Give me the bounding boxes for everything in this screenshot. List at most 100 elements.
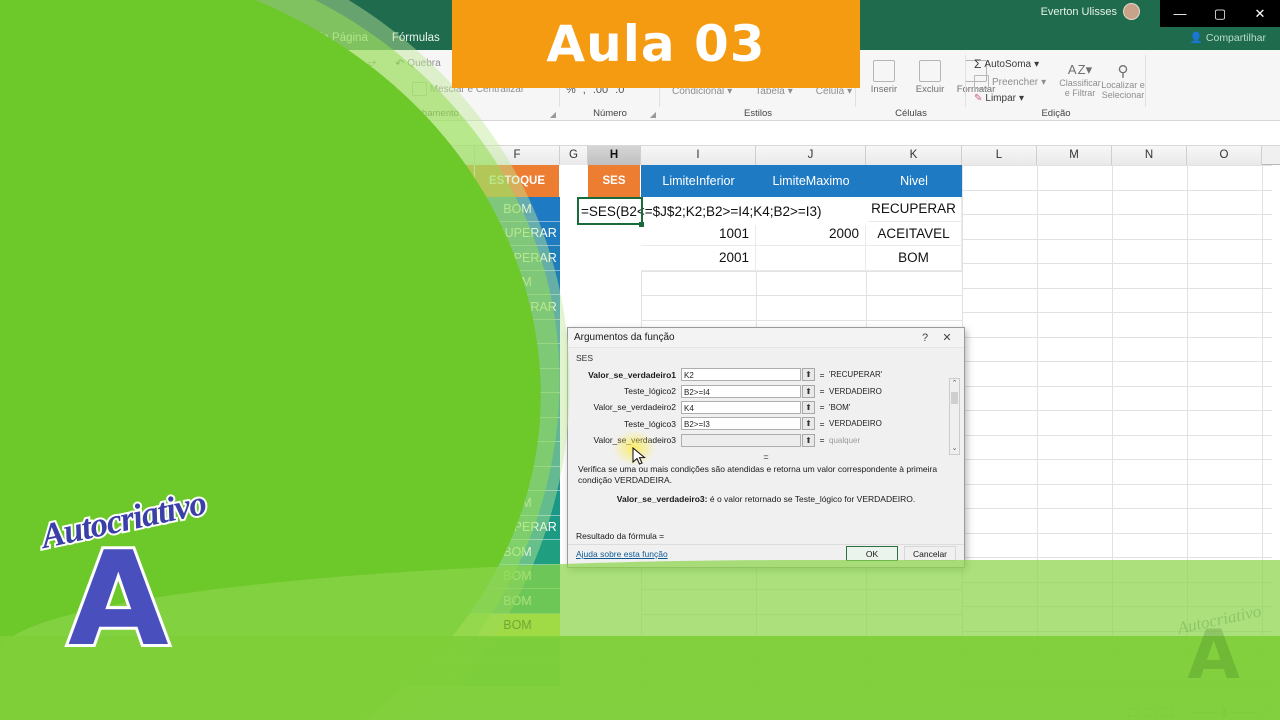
gridline <box>641 295 962 296</box>
gridline <box>962 165 1272 166</box>
close-icon[interactable]: ✕ <box>936 331 958 344</box>
dialog-argument-info: Valor_se_verdadeiro3: é o valor retornad… <box>576 494 956 504</box>
argument-result: 'BOM' <box>829 402 851 412</box>
argument-result: VERDADEIRO <box>829 419 882 429</box>
collapse-dialog-icon[interactable]: ⬆ <box>802 384 815 398</box>
scroll-up-arrow[interactable]: ⌃ <box>950 379 959 389</box>
scrollbar-thumb[interactable] <box>951 392 958 404</box>
column-header-M[interactable]: M <box>1037 146 1112 165</box>
column-header-K[interactable]: K <box>866 146 962 165</box>
gridline <box>962 189 1272 191</box>
argument-input[interactable] <box>681 433 801 447</box>
fill-button[interactable]: Preencher ▾ <box>974 75 1046 89</box>
sort-filter-button[interactable]: A Z▾ Classificar e Filtrar <box>1058 62 1102 98</box>
dialog-argument-info-text: é o valor retornado se Teste_lógico for … <box>709 493 916 504</box>
equals-sign: = <box>819 369 825 380</box>
dialog-title: Argumentos da função <box>574 332 675 343</box>
dialog-description: Verifica se uma ou mais condições são at… <box>578 463 938 486</box>
column-header-I[interactable]: I <box>641 146 756 165</box>
equals-sign: = <box>819 418 825 429</box>
autocriativo-watermark: Autocriativo A <box>1132 601 1263 702</box>
equals-sign: = <box>819 435 825 446</box>
share-label: Compartilhar <box>1205 32 1266 44</box>
insert-cells-button[interactable]: Inserir <box>862 60 906 95</box>
lookup-cell-limite_maximo[interactable] <box>756 246 866 271</box>
column-header-O[interactable]: O <box>1187 146 1262 165</box>
chevron-down-icon: ▾ <box>1041 76 1047 88</box>
find-select-button[interactable]: ⚲ Localizar e Selecionar <box>1100 62 1146 100</box>
chevron-down-icon: ▾ <box>1034 58 1040 70</box>
column-header-H[interactable]: H <box>588 146 641 165</box>
user-account[interactable]: Everton Ulisses <box>1041 3 1140 20</box>
autocriativo-logo: Autocriativo A <box>30 481 260 677</box>
lookup-cell-nivel[interactable]: RECUPERAR <box>866 197 962 222</box>
minimize-button[interactable]: — <box>1160 0 1200 27</box>
delete-icon <box>919 60 941 82</box>
dialog-argument-row: Valor_se_verdadeiro2 K4 ⬆ = 'BOM' <box>576 400 956 415</box>
equals-sign: = <box>819 402 825 413</box>
sigma-icon: Σ <box>974 57 982 71</box>
autosum-button[interactable]: Σ AutoSoma ▾ <box>974 57 1046 71</box>
equals-sign: = <box>819 386 825 397</box>
lookup-cell-nivel[interactable]: ACEITAVEL <box>866 221 962 246</box>
help-icon[interactable]: ? <box>914 332 936 344</box>
collapse-dialog-icon[interactable]: ⬆ <box>802 417 815 431</box>
gridline <box>962 410 1272 411</box>
find-select-label-1: Localizar e <box>1101 80 1145 90</box>
close-button[interactable]: ✕ <box>1240 0 1280 27</box>
lookup-cell-nivel[interactable]: BOM <box>866 246 962 271</box>
gridline <box>962 557 1272 558</box>
dialog-argument-row: Teste_lógico2 B2>=I4 ⬆ = VERDADEIRO <box>576 383 956 398</box>
lookup-cell-limite_inferior[interactable]: 2001 <box>641 246 756 271</box>
argument-input[interactable]: B2>=I3 <box>681 417 801 431</box>
maximize-button[interactable]: ▢ <box>1200 0 1240 27</box>
clear-label: Limpar <box>985 93 1016 104</box>
fill-label: Preencher <box>992 76 1039 88</box>
dialog-argument-row: Valor_se_verdadeiro1 K2 ⬆ = 'RECUPERAR' <box>576 367 956 382</box>
active-cell-formula-text[interactable]: =SES(B2<=$J$2;K2;B2>=I4;K4;B2>=I3) <box>578 197 868 225</box>
argument-input[interactable]: K4 <box>681 400 801 414</box>
ribbon-group-editing: Σ AutoSoma ▾ Preencher ▾ ✎ Limpar ▾ A Z▾… <box>966 50 1146 121</box>
argument-label: Teste_lógico2 <box>624 386 676 397</box>
ok-button[interactable]: OK <box>846 546 898 561</box>
argument-input[interactable]: K2 <box>681 368 801 382</box>
fill-down-icon <box>974 75 989 89</box>
dialog-argument-info-name: Valor_se_verdadeiro3: <box>616 493 708 504</box>
gridline <box>962 532 1272 534</box>
styles-group-label: Estilos <box>744 108 772 119</box>
alignment-dialog-launcher[interactable]: ◢ <box>550 110 556 119</box>
window-controls[interactable]: — ▢ ✕ <box>1160 0 1280 27</box>
editing-group-label: Edição <box>1041 108 1071 119</box>
collapse-dialog-icon[interactable]: ⬆ <box>802 368 815 382</box>
aula-banner-text: Aula 03 <box>546 15 766 73</box>
collapse-dialog-icon[interactable]: ⬆ <box>802 433 815 447</box>
avatar[interactable] <box>1123 3 1140 20</box>
scroll-down-arrow[interactable]: ⌄ <box>950 444 959 454</box>
column-header-J[interactable]: J <box>756 146 866 165</box>
dialog-body: SES Valor_se_verdadeiro1 K2 ⬆ = 'RECUPERAR' T… <box>568 348 964 504</box>
sort-filter-label-1: Classificar <box>1059 78 1101 88</box>
column-header-N[interactable]: N <box>1112 146 1187 165</box>
column-header-L[interactable]: L <box>962 146 1037 165</box>
fill-handle[interactable] <box>639 222 644 227</box>
argument-result: VERDADEIRO <box>829 386 882 396</box>
argument-input[interactable]: B2>=I4 <box>681 384 801 398</box>
number-dialog-launcher[interactable]: ◢ <box>650 110 656 119</box>
lookup-cell-limite_inferior[interactable]: 1001 <box>641 221 756 246</box>
clear-button[interactable]: ✎ Limpar ▾ <box>974 93 1046 104</box>
argument-label: Valor_se_verdadeiro1 <box>588 369 676 380</box>
share-button[interactable]: 👤 Compartilhar <box>1190 31 1266 44</box>
cancel-button[interactable]: Cancelar <box>904 546 956 561</box>
ribbon-group-cells: Inserir Excluir Formatar Células <box>856 50 995 121</box>
insert-icon <box>873 60 895 82</box>
share-icon: 👤 <box>1189 32 1203 44</box>
column-header-G[interactable]: G <box>560 146 588 165</box>
delete-cells-button[interactable]: Excluir <box>908 60 952 95</box>
collapse-dialog-icon[interactable]: ⬆ <box>802 400 815 414</box>
gridline <box>962 483 1272 485</box>
find-select-label-2: Selecionar <box>1101 90 1145 100</box>
lookup-cell-limite_maximo[interactable]: 2000 <box>756 221 866 246</box>
dialog-help-link[interactable]: Ajuda sobre esta função <box>576 549 668 559</box>
dialog-scrollbar[interactable]: ⌃ ⌄ <box>949 378 960 455</box>
gridline <box>962 214 1272 215</box>
